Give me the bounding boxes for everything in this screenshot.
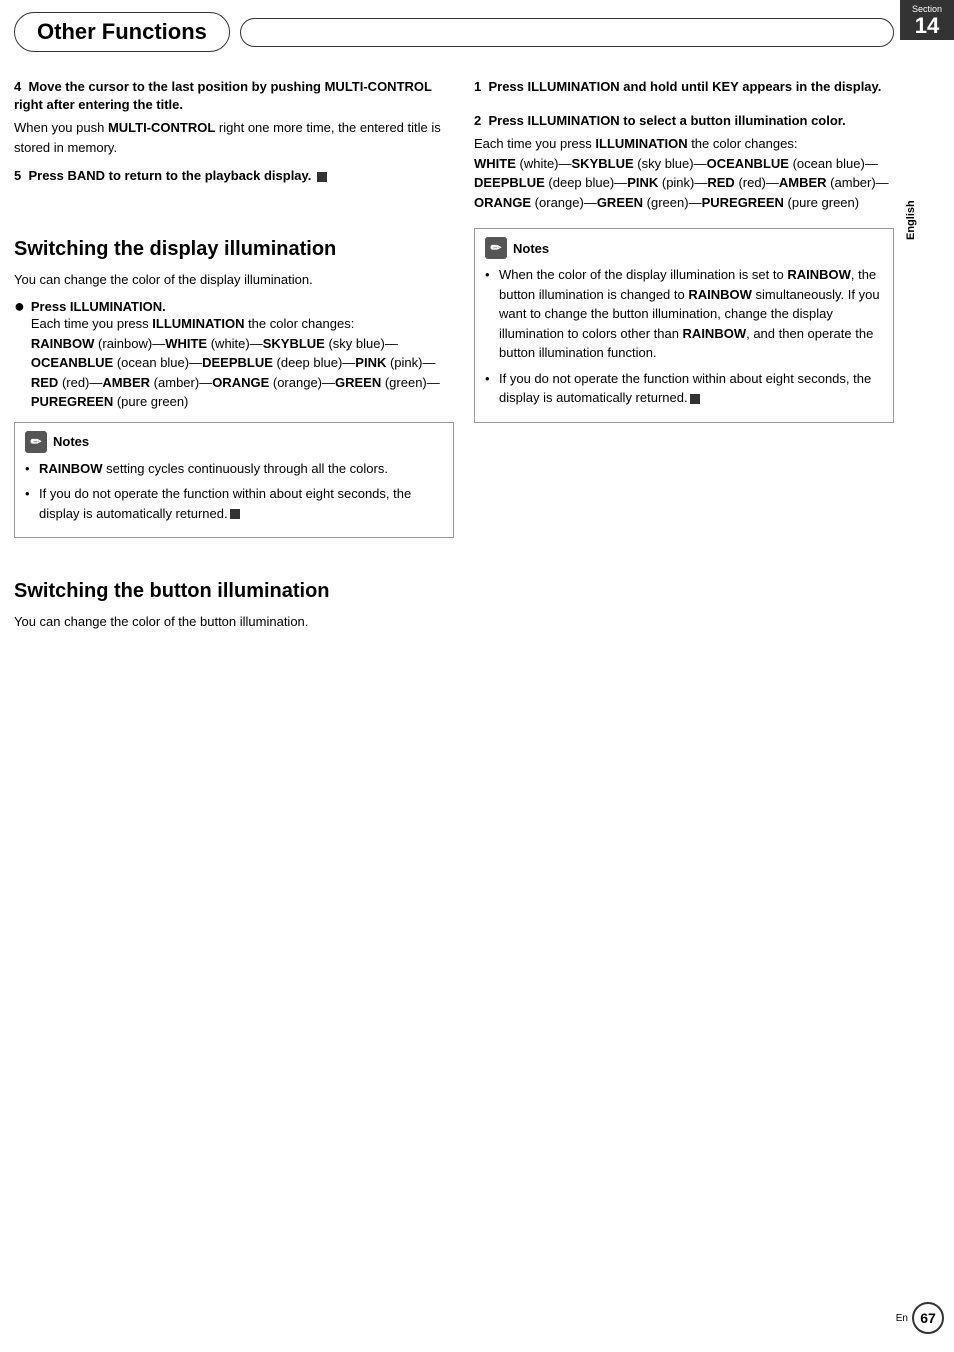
right-step-2-body: Each time you press ILLUMINATION the col… <box>474 134 894 212</box>
notes-box-display: ✏ Notes RAINBOW setting cycles continuou… <box>14 422 454 539</box>
stop-symbol <box>317 172 327 182</box>
notes-list: RAINBOW setting cycles continuously thro… <box>25 459 443 524</box>
top-steps: 4 Move the cursor to the last position b… <box>14 64 454 186</box>
right-step-2-heading: 2 Press ILLUMINATION to select a button … <box>474 112 894 130</box>
notes-icon-right: ✏ <box>485 237 507 259</box>
right-step-1-heading: 1 Press ILLUMINATION and hold until KEY … <box>474 78 894 96</box>
section2-title: Switching the button illumination <box>14 578 454 604</box>
page-circle: 67 <box>912 1302 944 1334</box>
right-step-1: 1 Press ILLUMINATION and hold until KEY … <box>474 78 894 96</box>
note-item: If you do not operate the function withi… <box>485 369 883 408</box>
right-column: 1 Press ILLUMINATION and hold until KEY … <box>474 64 894 642</box>
section2-intro: You can change the color of the button i… <box>14 612 454 632</box>
section-number: 14 <box>902 14 952 38</box>
left-column: 4 Move the cursor to the last position b… <box>14 64 454 642</box>
section-tab: Section 14 <box>900 0 954 40</box>
section1-title: Switching the display illumination <box>14 236 454 262</box>
notes-header-right: ✏ Notes <box>485 237 883 259</box>
stop-symbol <box>690 394 700 404</box>
section-display-illumination: Switching the display illumination You c… <box>14 236 454 539</box>
bullet-dot: ● <box>14 297 25 412</box>
step-4: 4 Move the cursor to the last position b… <box>14 78 454 157</box>
step-4-heading: 4 Move the cursor to the last position b… <box>14 78 454 114</box>
section-button-illumination: Switching the button illumination You ca… <box>14 578 454 632</box>
en-label: En <box>896 1313 908 1324</box>
note-item: If you do not operate the function withi… <box>25 484 443 523</box>
page-number: En 67 <box>896 1302 944 1334</box>
step-4-body: When you push MULTI-CONTROL right one mo… <box>14 118 454 157</box>
bullet-step-illumination: ● Press ILLUMINATION. Each time you pres… <box>14 299 454 412</box>
step-5-heading: 5 Press BAND to return to the playback d… <box>14 167 454 185</box>
page-header: Other Functions <box>0 0 954 64</box>
bullet-step-content: Press ILLUMINATION. Each time you press … <box>31 299 454 412</box>
notes-list-right: When the color of the display illuminati… <box>485 265 883 408</box>
notes-header: ✏ Notes <box>25 431 443 453</box>
notes-icon: ✏ <box>25 431 47 453</box>
english-label: English <box>884 180 938 260</box>
page-title: Other Functions <box>14 12 230 52</box>
notes-box-button: ✏ Notes When the color of the display il… <box>474 228 894 423</box>
main-content: 4 Move the cursor to the last position b… <box>0 64 954 642</box>
right-step-2: 2 Press ILLUMINATION to select a button … <box>474 112 894 212</box>
header-right-box <box>240 18 894 47</box>
bullet-step-heading: Press ILLUMINATION. <box>31 299 454 314</box>
stop-symbol <box>230 509 240 519</box>
section1-intro: You can change the color of the display … <box>14 270 454 290</box>
bullet-step-body: Each time you press ILLUMINATION the col… <box>31 314 454 412</box>
step-5: 5 Press BAND to return to the playback d… <box>14 167 454 185</box>
note-item: RAINBOW setting cycles continuously thro… <box>25 459 443 479</box>
note-item: When the color of the display illuminati… <box>485 265 883 363</box>
